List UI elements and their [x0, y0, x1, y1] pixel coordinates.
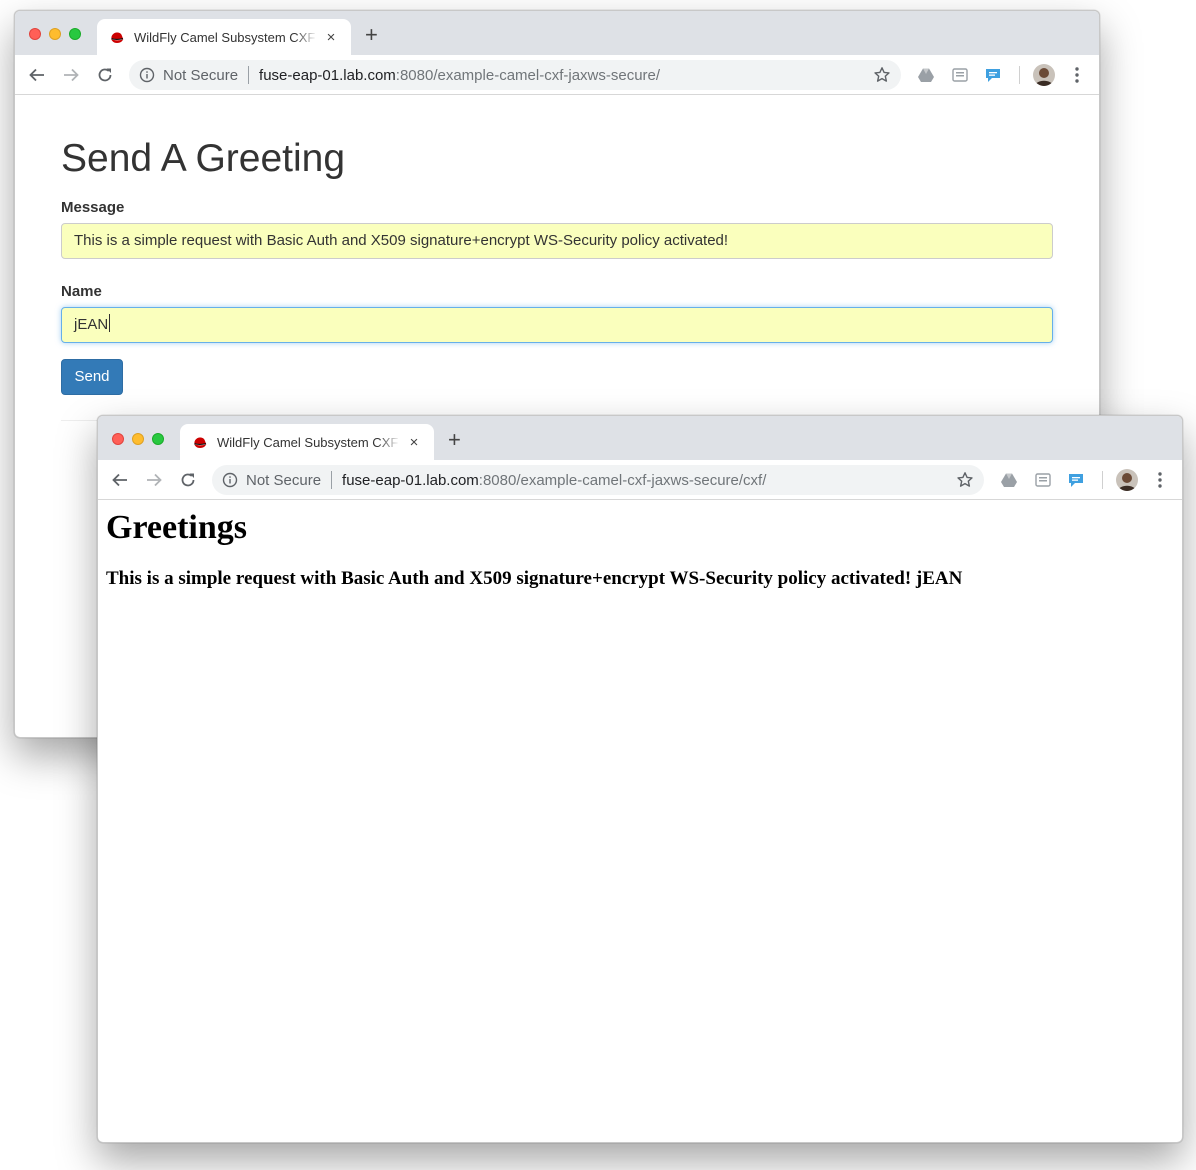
- security-status-label[interactable]: Not Secure: [246, 472, 321, 489]
- reload-icon: [181, 473, 195, 487]
- security-status-label[interactable]: Not Secure: [163, 67, 238, 84]
- url-path: :8080/example-camel-cxf-jaxws-secure/cxf…: [478, 471, 767, 489]
- greeting-result-text: This is a simple request with Basic Auth…: [106, 568, 963, 589]
- browser-tab[interactable]: WildFly Camel Subsystem CXF ×: [180, 424, 434, 460]
- page-title: Send A Greeting: [61, 137, 346, 180]
- address-divider: [331, 471, 333, 489]
- maximize-window-button[interactable]: [152, 433, 164, 445]
- close-tab-icon[interactable]: ×: [323, 29, 339, 46]
- tab-strip: WildFly Camel Subsystem CXF × +: [98, 416, 1182, 460]
- back-button[interactable]: [25, 63, 49, 87]
- forward-arrow-icon: [147, 473, 162, 487]
- info-icon[interactable]: [139, 67, 155, 83]
- forward-arrow-icon: [64, 68, 79, 82]
- browser-toolbar: Not Secure fuse-eap-01.lab.com:8080/exam…: [98, 460, 1182, 500]
- redhat-favicon-icon: [109, 29, 125, 45]
- menu-dots-icon[interactable]: [1069, 65, 1085, 85]
- toolbar-separator: [1102, 471, 1103, 489]
- reload-button[interactable]: [93, 63, 117, 87]
- tab-title: WildFly Camel Subsystem CXF: [134, 29, 316, 45]
- google-drive-icon[interactable]: [1000, 471, 1018, 489]
- browser-toolbar: Not Secure fuse-eap-01.lab.com:8080/exam…: [15, 55, 1099, 95]
- profile-avatar[interactable]: [1033, 64, 1055, 86]
- minimize-window-button[interactable]: [132, 433, 144, 445]
- url-host: fuse-eap-01.lab.com: [342, 471, 479, 489]
- menu-dots-icon[interactable]: [1152, 470, 1168, 490]
- forward-button[interactable]: [142, 468, 166, 492]
- name-label: Name: [61, 283, 102, 300]
- address-bar[interactable]: Not Secure fuse-eap-01.lab.com:8080/exam…: [129, 60, 901, 90]
- chat-extension-icon[interactable]: [1067, 471, 1085, 489]
- result-heading: Greetings: [106, 509, 248, 546]
- toolbar-separator: [1019, 66, 1020, 84]
- close-window-button[interactable]: [112, 433, 124, 445]
- url-host: fuse-eap-01.lab.com: [259, 66, 396, 84]
- tab-strip: WildFly Camel Subsystem CXF × +: [15, 11, 1099, 55]
- greeting-form-page: Send A Greeting Message This is a simple…: [15, 139, 1099, 421]
- reload-icon: [98, 68, 112, 82]
- browser-tab[interactable]: WildFly Camel Subsystem CXF ×: [97, 19, 351, 55]
- forward-button[interactable]: [59, 63, 83, 87]
- address-divider: [248, 66, 250, 84]
- name-input[interactable]: jEAN: [61, 307, 1053, 343]
- text-caret: [109, 314, 111, 332]
- chat-extension-icon[interactable]: [984, 66, 1002, 84]
- new-tab-button[interactable]: +: [365, 23, 378, 47]
- star-icon[interactable]: [956, 471, 974, 489]
- new-tab-button[interactable]: +: [448, 428, 461, 452]
- close-tab-icon[interactable]: ×: [406, 434, 422, 451]
- tab-title: WildFly Camel Subsystem CXF: [217, 434, 399, 450]
- back-arrow-icon: [112, 473, 127, 487]
- address-bar[interactable]: Not Secure fuse-eap-01.lab.com:8080/exam…: [212, 465, 984, 495]
- greeting-result-page: Greetings This is a simple request with …: [98, 500, 1182, 598]
- message-input-value: This is a simple request with Basic Auth…: [74, 232, 729, 249]
- profile-avatar[interactable]: [1116, 469, 1138, 491]
- reader-icon[interactable]: [1034, 471, 1052, 489]
- browser-window-result: WildFly Camel Subsystem CXF × + Not Secu…: [97, 415, 1183, 1143]
- back-button[interactable]: [108, 468, 132, 492]
- back-arrow-icon: [29, 68, 44, 82]
- reload-button[interactable]: [176, 468, 200, 492]
- google-drive-icon[interactable]: [917, 66, 935, 84]
- send-button[interactable]: Send: [61, 359, 123, 395]
- info-icon[interactable]: [222, 472, 238, 488]
- minimize-window-button[interactable]: [49, 28, 61, 40]
- maximize-window-button[interactable]: [69, 28, 81, 40]
- star-icon[interactable]: [873, 66, 891, 84]
- close-window-button[interactable]: [29, 28, 41, 40]
- name-input-value: jEAN: [74, 316, 109, 333]
- reader-icon[interactable]: [951, 66, 969, 84]
- url-path: :8080/example-camel-cxf-jaxws-secure/: [395, 66, 661, 84]
- message-input[interactable]: This is a simple request with Basic Auth…: [61, 223, 1053, 259]
- message-label: Message: [61, 199, 125, 216]
- redhat-favicon-icon: [192, 434, 208, 450]
